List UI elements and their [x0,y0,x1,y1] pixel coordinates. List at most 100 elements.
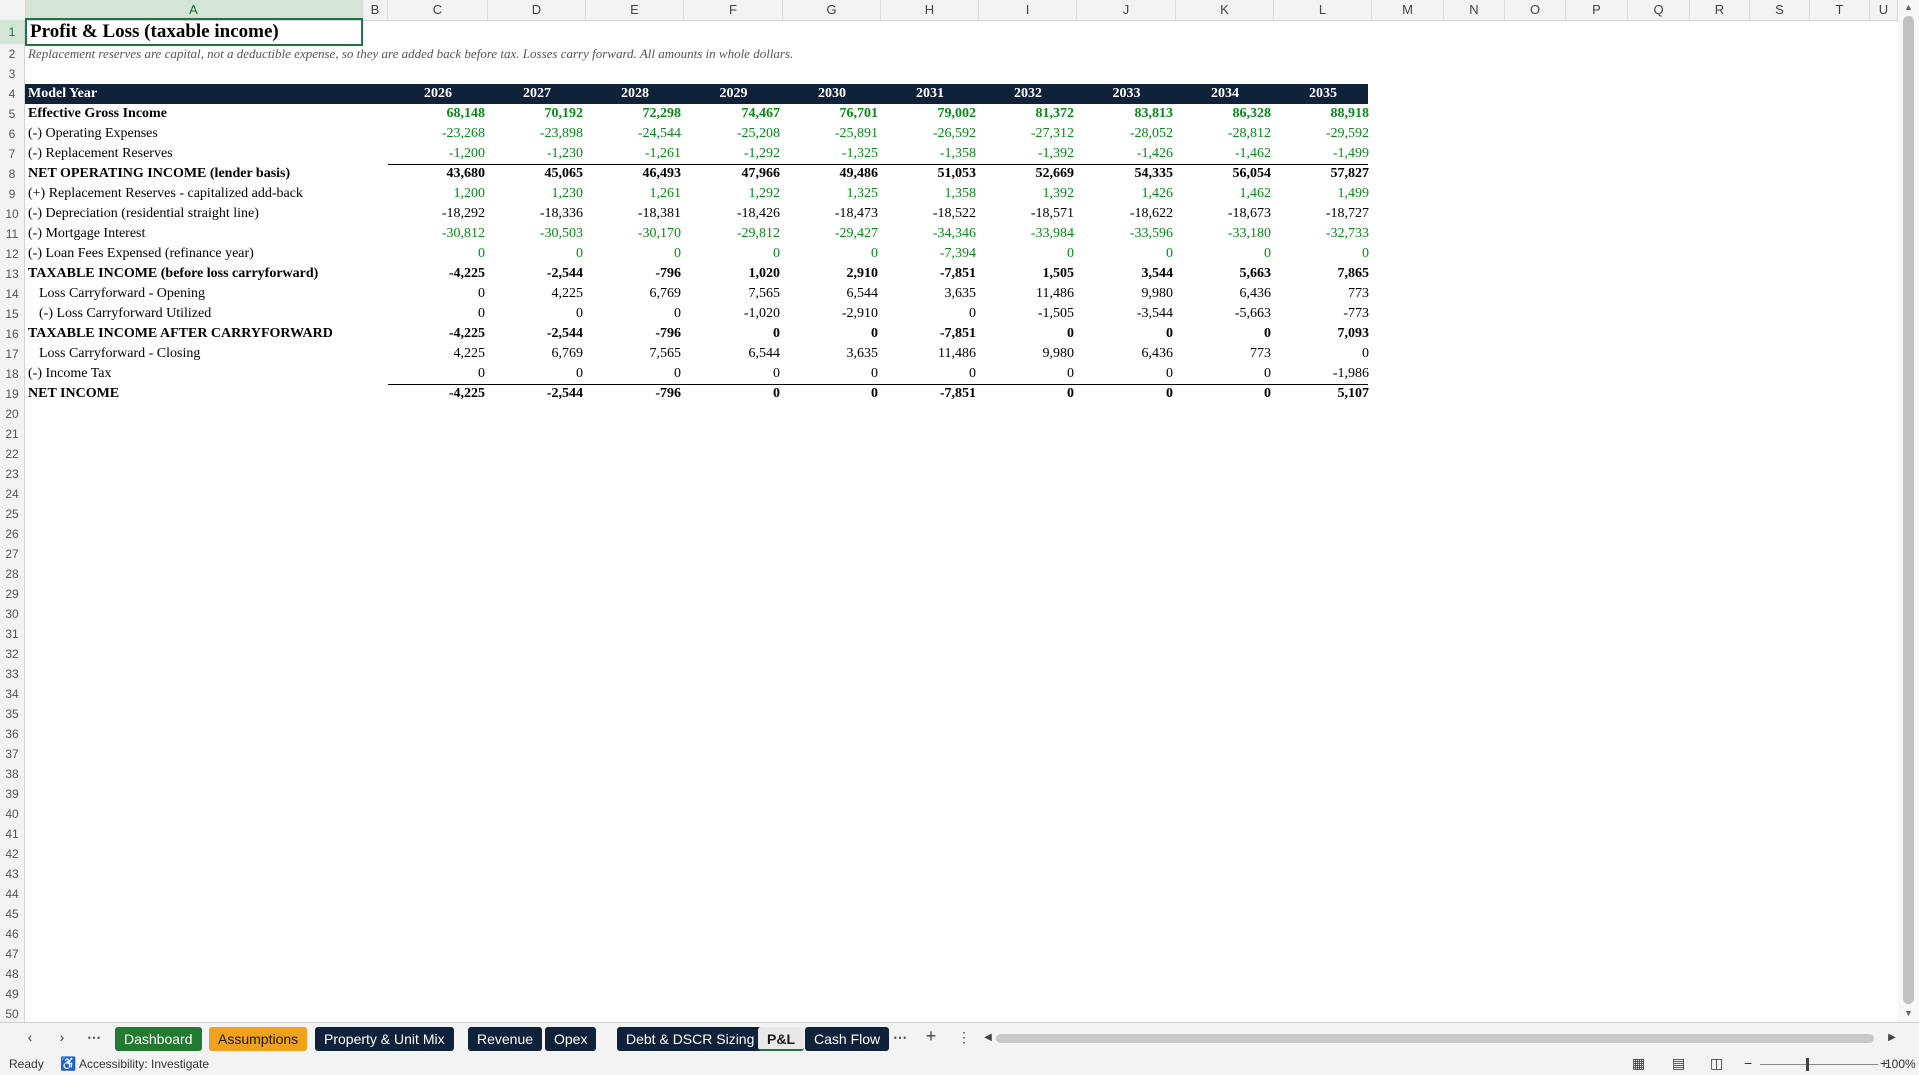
value-cell[interactable]: -1,261 [586,144,684,164]
value-cell[interactable]: 11,486 [979,284,1077,304]
tab-opex[interactable]: Opex [545,1027,597,1051]
value-cell[interactable]: 6,544 [684,344,783,364]
value-cell[interactable]: -3,544 [1077,304,1176,324]
value-cell[interactable]: 88,918 [1274,104,1372,124]
vertical-scroll-thumb[interactable] [1903,16,1914,1004]
year-header[interactable]: 2026 [388,84,488,104]
value-cell[interactable]: 0 [1077,244,1176,264]
page-break-view-icon[interactable]: ◫ [1710,1055,1723,1072]
value-cell[interactable]: 3,635 [783,344,881,364]
row-header[interactable]: 42 [0,844,25,864]
row-header[interactable]: 18 [0,364,25,384]
row-header[interactable]: 39 [0,784,25,804]
value-cell[interactable]: 0 [783,244,881,264]
value-cell[interactable]: 0 [979,364,1077,384]
value-cell[interactable]: 49,486 [783,164,881,184]
value-cell[interactable]: 0 [1077,384,1176,404]
value-cell[interactable]: 0 [881,364,979,384]
row-header[interactable]: 49 [0,984,25,1004]
value-cell[interactable]: 1,505 [979,264,1077,284]
column-header-p[interactable]: P [1566,0,1628,20]
value-cell[interactable]: 43,680 [388,164,488,184]
value-cell[interactable]: 1,230 [488,184,586,204]
value-cell[interactable]: -26,592 [881,124,979,144]
value-cell[interactable]: 0 [586,244,684,264]
year-header[interactable]: 2032 [979,84,1077,104]
column-header-r[interactable]: R [1690,0,1750,20]
value-cell[interactable]: -18,727 [1274,204,1372,224]
value-cell[interactable]: -25,891 [783,124,881,144]
vertical-scrollbar[interactable]: ▲ ▼ [1898,0,1919,1022]
year-header[interactable]: 2029 [684,84,783,104]
row-header[interactable]: 38 [0,764,25,784]
value-cell[interactable]: 81,372 [979,104,1077,124]
row-header[interactable]: 47 [0,944,25,964]
value-cell[interactable]: 0 [488,364,586,384]
value-cell[interactable]: -7,851 [881,324,979,344]
value-cell[interactable]: 0 [783,384,881,404]
zoom-level[interactable]: 100% [1885,1057,1916,1071]
row-header[interactable]: 32 [0,644,25,664]
value-cell[interactable]: -29,427 [783,224,881,244]
value-cell[interactable]: -1,392 [979,144,1077,164]
year-header[interactable]: 2030 [783,84,881,104]
hscroll-right-icon[interactable]: ▶ [1882,1032,1902,1043]
value-cell[interactable]: 79,002 [881,104,979,124]
value-cell[interactable]: -29,592 [1274,124,1372,144]
row-label[interactable]: (-) Replacement Reserves [25,144,363,164]
value-cell[interactable]: -1,292 [684,144,783,164]
row-header[interactable]: 48 [0,964,25,984]
row-header[interactable]: 14 [0,284,25,304]
row-header[interactable]: 40 [0,804,25,824]
row-label[interactable]: Loss Carryforward - Closing [25,344,363,364]
value-cell[interactable]: 0 [684,244,783,264]
value-cell[interactable]: -4,225 [388,324,488,344]
value-cell[interactable]: 83,813 [1077,104,1176,124]
row-header[interactable]: 45 [0,904,25,924]
tab-cash-flow[interactable]: Cash Flow [805,1027,890,1051]
row-header[interactable]: 9 [0,184,25,204]
year-header[interactable]: 2033 [1077,84,1176,104]
value-cell[interactable]: 4,225 [488,284,586,304]
more-tabs-right-icon[interactable]: ⋯ [890,1029,910,1046]
value-cell[interactable]: -18,426 [684,204,783,224]
value-cell[interactable]: 0 [979,384,1077,404]
value-cell[interactable]: -18,473 [783,204,881,224]
value-cell[interactable]: -30,170 [586,224,684,244]
value-cell[interactable]: -24,544 [586,124,684,144]
column-header-i[interactable]: I [979,0,1077,20]
value-cell[interactable]: 1,261 [586,184,684,204]
value-cell[interactable]: 52,669 [979,164,1077,184]
row-label[interactable]: NET OPERATING INCOME (lender basis) [25,164,363,184]
more-tabs-left-icon[interactable]: ⋯ [84,1029,104,1046]
row-header[interactable]: 17 [0,344,25,364]
row-header[interactable]: 5 [0,104,25,124]
value-cell[interactable]: -25,208 [684,124,783,144]
row-header[interactable]: 7 [0,144,25,164]
value-cell[interactable]: 773 [1274,284,1372,304]
value-cell[interactable]: -18,381 [586,204,684,224]
value-cell[interactable]: 0 [1176,244,1274,264]
tab-options-icon[interactable]: ⋮ [954,1029,974,1046]
value-cell[interactable]: 7,093 [1274,324,1372,344]
row-header[interactable]: 3 [0,64,25,84]
column-header-b[interactable]: B [363,0,388,20]
row-header[interactable]: 11 [0,224,25,244]
value-cell[interactable]: 7,565 [586,344,684,364]
row-header[interactable]: 6 [0,124,25,144]
row-header[interactable]: 24 [0,484,25,504]
row-header[interactable]: 12 [0,244,25,264]
value-cell[interactable]: -5,663 [1176,304,1274,324]
value-cell[interactable]: 0 [979,324,1077,344]
hscroll-left-icon[interactable]: ◀ [978,1032,998,1043]
row-header[interactable]: 8 [0,164,25,184]
row-header[interactable]: 41 [0,824,25,844]
value-cell[interactable]: 1,020 [684,264,783,284]
column-header-c[interactable]: C [388,0,488,20]
row-header[interactable]: 31 [0,624,25,644]
value-cell[interactable]: -1,426 [1077,144,1176,164]
value-cell[interactable]: 0 [1176,364,1274,384]
column-header-e[interactable]: E [586,0,684,20]
sheet-title[interactable]: Profit & Loss (taxable income) [25,18,363,46]
value-cell[interactable]: -1,020 [684,304,783,324]
